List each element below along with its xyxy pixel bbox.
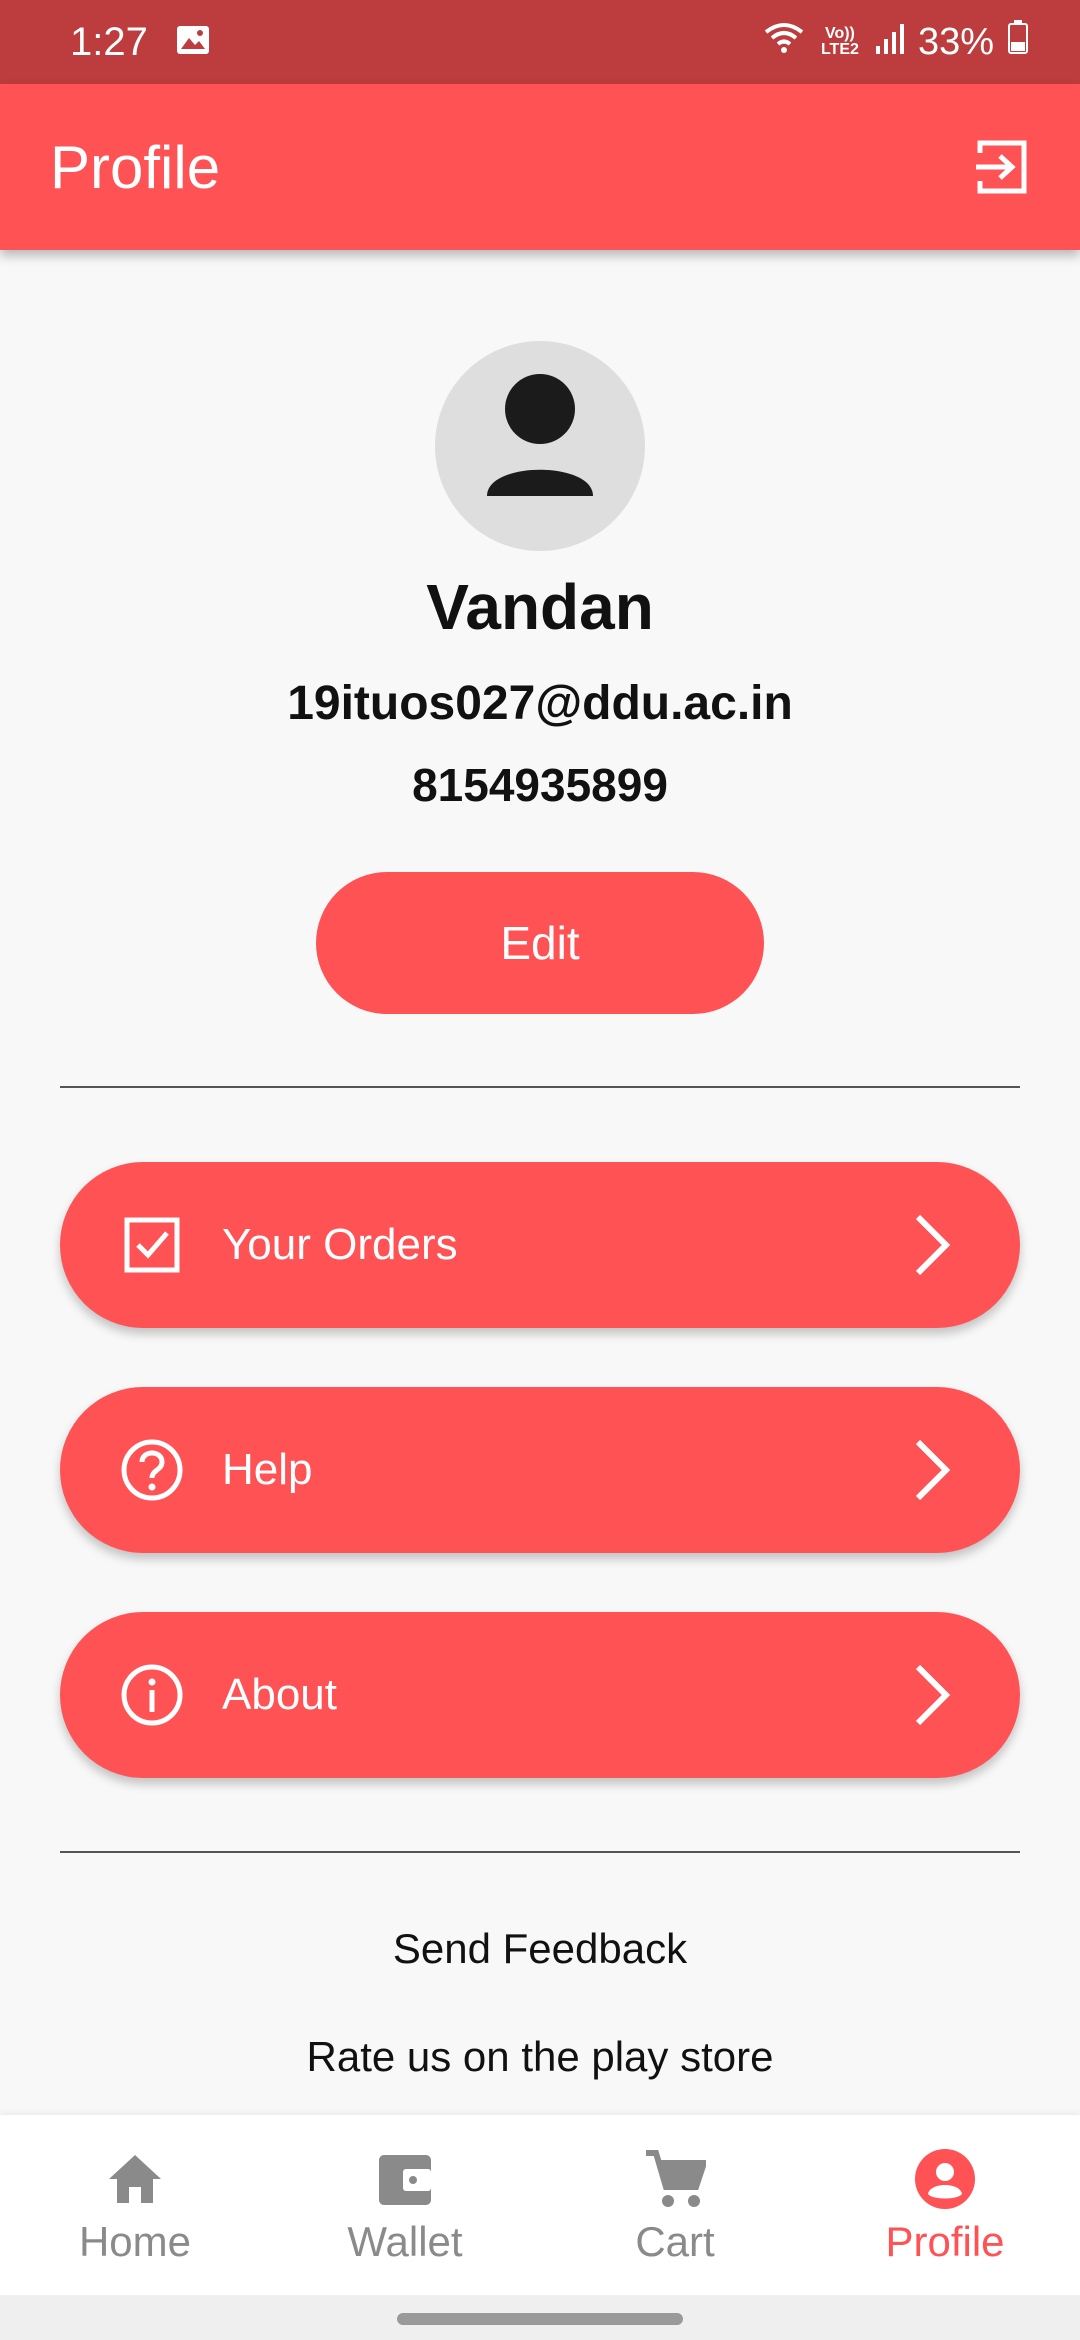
chevron-right-icon (902, 1655, 962, 1735)
nav-label: Wallet (347, 2218, 463, 2265)
nav-label: Profile (885, 2218, 1005, 2265)
chevron-right-icon (902, 1205, 962, 1285)
nav-cart[interactable]: Cart (540, 2115, 810, 2295)
battery-icon (1008, 20, 1028, 64)
status-bar: 1:27 Vo)) LTE2 33% (0, 0, 1080, 84)
app-bar: Profile (0, 84, 1080, 250)
edit-button[interactable]: Edit (316, 872, 764, 1014)
image-notification-icon (176, 20, 210, 65)
user-phone: 8154935899 (412, 759, 668, 811)
checkbox-icon (112, 1205, 192, 1285)
user-name: Vandan (426, 571, 654, 643)
nav-profile[interactable]: Profile (810, 2115, 1080, 2295)
menu-label: Help (222, 1445, 313, 1494)
divider (60, 1851, 1020, 1853)
menu-label: Your Orders (222, 1220, 458, 1269)
menu-label: About (222, 1670, 337, 1719)
cart-icon (640, 2144, 710, 2214)
status-left: 1:27 (70, 20, 210, 65)
signal-icon (875, 21, 904, 64)
help-button[interactable]: Help (60, 1387, 1020, 1553)
page-title: Profile (50, 133, 221, 201)
home-gesture-handle[interactable] (397, 2313, 683, 2325)
info-icon (112, 1655, 192, 1735)
wallet-icon (370, 2144, 440, 2214)
rate-us-link[interactable]: Rate us on the play store (0, 2033, 1080, 2081)
send-feedback-link[interactable]: Send Feedback (0, 1925, 1080, 1973)
user-email: 19ituos027@ddu.ac.in (287, 677, 793, 730)
your-orders-button[interactable]: Your Orders (60, 1162, 1020, 1328)
help-icon (112, 1430, 192, 1510)
logout-icon (976, 140, 1027, 194)
nav-label: Cart (635, 2218, 715, 2265)
about-button[interactable]: About (60, 1612, 1020, 1778)
profile-icon (910, 2144, 980, 2214)
nav-wallet[interactable]: Wallet (270, 2115, 540, 2295)
chevron-right-icon (902, 1430, 962, 1510)
nav-label: Home (78, 2218, 192, 2265)
status-right: Vo)) LTE2 33% (764, 20, 1028, 64)
wifi-icon (764, 21, 804, 64)
avatar (435, 341, 645, 551)
home-icon (100, 2144, 170, 2214)
network-label: Vo)) LTE2 (820, 25, 859, 58)
battery-level: 33% (917, 20, 994, 63)
bottom-nav: Home Wallet Cart Profile (0, 2115, 1080, 2295)
status-time: 1:27 (70, 19, 148, 64)
divider (60, 1086, 1020, 1088)
person-icon (487, 374, 593, 496)
logout-button[interactable] (964, 129, 1040, 205)
nav-home[interactable]: Home (0, 2115, 270, 2295)
